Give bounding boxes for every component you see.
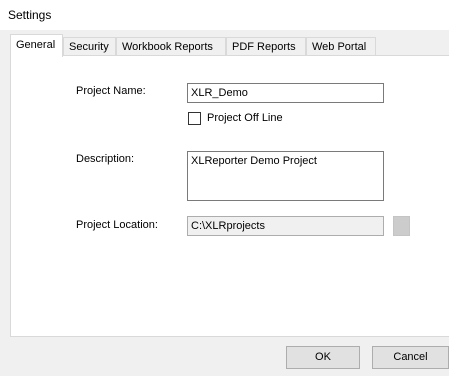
project-name-label: Project Name: xyxy=(76,85,146,97)
browse-location-button[interactable] xyxy=(393,216,410,236)
project-offline-label: Project Off Line xyxy=(207,112,283,124)
title-bar: Settings xyxy=(0,0,449,30)
project-offline-checkbox[interactable] xyxy=(188,112,201,125)
window-title: Settings xyxy=(8,8,52,22)
description-input[interactable]: XLReporter Demo Project xyxy=(187,151,384,201)
tab-general[interactable]: General xyxy=(10,34,63,57)
settings-dialog: Settings General Security Workbook Repor… xyxy=(0,0,449,376)
project-name-input[interactable]: XLR_Demo xyxy=(187,83,384,103)
tab-web-portal[interactable]: Web Portal xyxy=(306,37,376,56)
tab-security[interactable]: Security xyxy=(63,37,116,56)
ok-button[interactable]: OK xyxy=(286,346,360,369)
tab-strip: General Security Workbook Reports PDF Re… xyxy=(10,34,449,57)
tab-pdf-reports[interactable]: PDF Reports xyxy=(226,37,306,56)
project-location-label: Project Location: xyxy=(76,219,158,231)
project-location-input[interactable]: C:\XLRprojects xyxy=(187,216,384,236)
description-label: Description: xyxy=(76,153,135,165)
tab-workbook-reports[interactable]: Workbook Reports xyxy=(116,37,226,56)
cancel-button[interactable]: Cancel xyxy=(372,346,449,369)
general-tab-panel: Project Name: XLR_Demo Project Off Line … xyxy=(10,55,449,337)
